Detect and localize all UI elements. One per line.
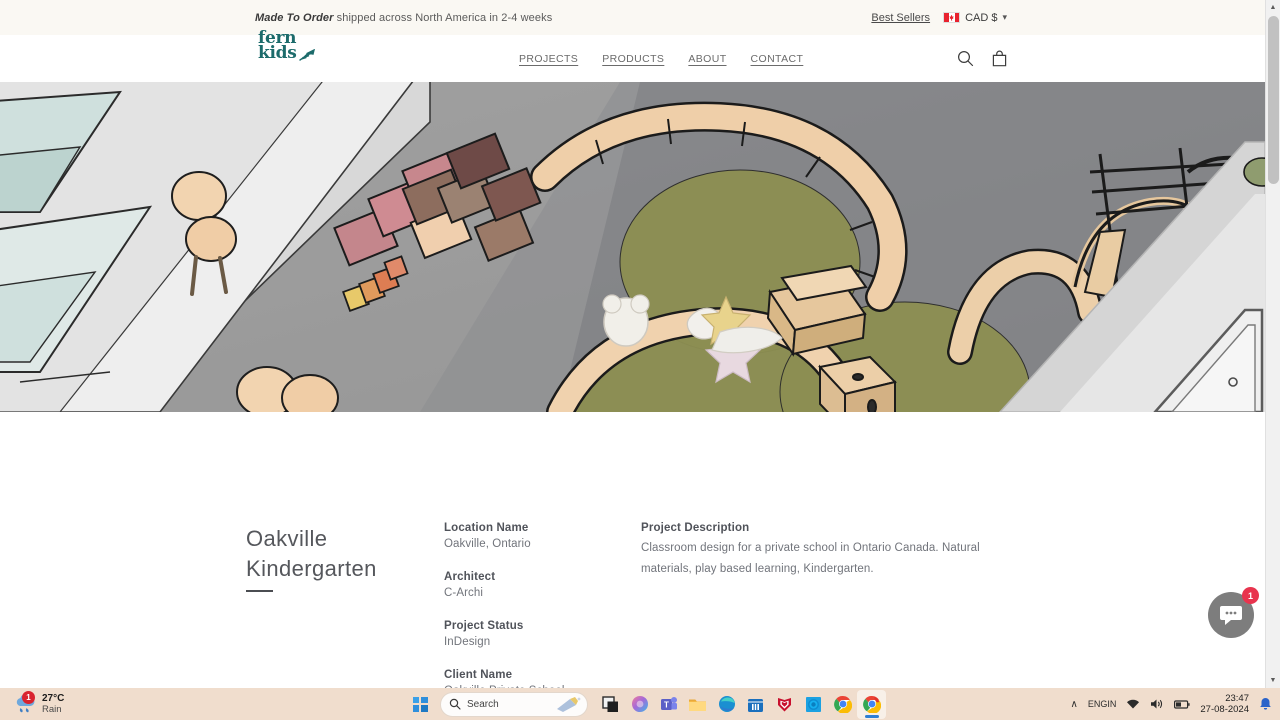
- scrollbar-thumb[interactable]: [1268, 16, 1279, 184]
- field-value: Oakville, Ontario: [444, 538, 619, 550]
- chevron-down-icon: ▾: [1002, 12, 1007, 23]
- field-value: C-Archi: [444, 587, 619, 599]
- google-chrome-icon[interactable]: [828, 690, 857, 719]
- bell-icon[interactable]: [1259, 697, 1272, 711]
- currency-label: CAD $: [965, 12, 997, 24]
- fern-leaf-icon: [299, 48, 315, 60]
- site-header: fern kids PROJECTS PRODUCTS ABOUT CONTAC…: [0, 35, 1265, 82]
- project-description-text: Classroom design for a private school in…: [641, 538, 1031, 580]
- logo-text: fern kids: [258, 31, 297, 61]
- taskbar-app-icons: T: [596, 690, 886, 719]
- canada-flag-icon: [943, 12, 960, 23]
- language-line-2: IN: [1107, 699, 1116, 709]
- nav-item-projects[interactable]: PROJECTS: [519, 53, 578, 65]
- field-label: Architect: [444, 571, 619, 583]
- field-client-name: Client Name Oakville Private School: [444, 669, 619, 688]
- microsoft-store-icon[interactable]: [741, 690, 770, 719]
- hero-image: [0, 82, 1265, 412]
- field-location-name: Location Name Oakville, Ontario: [444, 522, 619, 550]
- nav-item-products[interactable]: PRODUCTS: [602, 53, 664, 65]
- project-field-list: Location Name Oakville, Ontario Architec…: [444, 522, 619, 688]
- scroll-down-arrow-icon[interactable]: ▼: [1266, 673, 1280, 688]
- windows-start-icon[interactable]: [406, 690, 434, 718]
- task-view-icon[interactable]: [596, 690, 625, 719]
- outlook-icon[interactable]: [799, 690, 828, 719]
- announcement-right-group: Best Sellers CAD $ ▾: [871, 12, 1007, 24]
- currency-selector[interactable]: CAD $ ▾: [943, 12, 1007, 24]
- copilot-icon[interactable]: [625, 690, 654, 719]
- search-decoration-icon: [554, 696, 582, 714]
- shopping-bag-icon[interactable]: [992, 50, 1007, 67]
- project-description-block: Project Description Classroom design for…: [641, 522, 1031, 580]
- field-project-status: Project Status InDesign: [444, 620, 619, 648]
- google-chrome-active-icon[interactable]: [857, 690, 886, 719]
- rain-cloud-icon: 1: [14, 694, 36, 714]
- header-icon-group: [957, 50, 1007, 67]
- microsoft-edge-icon[interactable]: [712, 690, 741, 719]
- weather-notification-badge: 1: [22, 691, 35, 704]
- field-label: Location Name: [444, 522, 619, 534]
- mcafee-shield-icon[interactable]: [770, 690, 799, 719]
- page-title: Oakville Kindergarten: [246, 524, 426, 584]
- field-value: InDesign: [444, 636, 619, 648]
- speaker-icon[interactable]: [1150, 698, 1164, 710]
- webpage: Made To Order shipped across North Ameri…: [0, 0, 1265, 688]
- best-sellers-link[interactable]: Best Sellers: [871, 12, 930, 24]
- chat-widget-button[interactable]: 1: [1208, 592, 1254, 638]
- main-navigation: PROJECTS PRODUCTS ABOUT CONTACT: [519, 53, 803, 65]
- weather-temperature: 27°C: [42, 693, 64, 704]
- nav-item-about[interactable]: ABOUT: [688, 53, 726, 65]
- tray-overflow-chevron-icon[interactable]: ∧: [1071, 699, 1078, 710]
- field-label: Client Name: [444, 669, 619, 681]
- chat-unread-badge: 1: [1242, 587, 1259, 604]
- site-logo[interactable]: fern kids: [258, 31, 315, 61]
- clock-time: 23:47: [1225, 693, 1249, 704]
- taskbar-search-placeholder: Search: [467, 699, 499, 710]
- taskbar-clock[interactable]: 23:47 27-08-2024: [1200, 693, 1249, 715]
- announcement-rest: shipped across North America in 2-4 week…: [334, 12, 553, 24]
- microsoft-teams-icon[interactable]: T: [654, 690, 683, 719]
- project-description-label: Project Description: [641, 522, 1031, 534]
- taskbar-center-group: Search: [406, 690, 886, 719]
- project-details-section: Oakville Kindergarten Location Name Oakv…: [0, 412, 1265, 688]
- wifi-icon[interactable]: [1126, 698, 1140, 710]
- system-tray: ∧ ENG IN 23:47 27-08-2024: [1071, 693, 1272, 715]
- taskbar-search-input[interactable]: Search: [440, 692, 588, 717]
- field-label: Project Status: [444, 620, 619, 632]
- nav-item-contact[interactable]: CONTACT: [751, 53, 804, 65]
- scroll-up-arrow-icon[interactable]: ▲: [1266, 0, 1280, 15]
- search-icon[interactable]: [957, 50, 974, 67]
- browser-viewport: Made To Order shipped across North Ameri…: [0, 0, 1280, 688]
- language-indicator[interactable]: ENG IN: [1088, 699, 1117, 709]
- search-icon: [449, 698, 461, 710]
- logo-line-2: kids: [258, 43, 297, 63]
- announcement-bar: Made To Order shipped across North Ameri…: [0, 0, 1265, 35]
- battery-icon[interactable]: [1174, 699, 1190, 710]
- clock-date: 27-08-2024: [1200, 704, 1249, 715]
- announcement-bold: Made To Order: [255, 12, 334, 24]
- chat-bubble-icon: [1219, 604, 1243, 626]
- file-explorer-icon[interactable]: [683, 690, 712, 719]
- announcement-text: Made To Order shipped across North Ameri…: [255, 12, 552, 24]
- page-scrollbar[interactable]: ▲ ▼: [1265, 0, 1280, 688]
- title-underline-rule: [246, 590, 273, 592]
- field-architect: Architect C-Archi: [444, 571, 619, 599]
- windows-taskbar: 1 27°C Rain Search: [0, 688, 1280, 720]
- weather-text: 27°C Rain: [42, 693, 64, 715]
- language-line-1: ENG: [1088, 699, 1108, 709]
- classroom-illustration: [0, 82, 1265, 412]
- svg-text:T: T: [664, 701, 669, 710]
- weather-widget[interactable]: 1 27°C Rain: [14, 693, 64, 715]
- weather-condition: Rain: [42, 704, 64, 715]
